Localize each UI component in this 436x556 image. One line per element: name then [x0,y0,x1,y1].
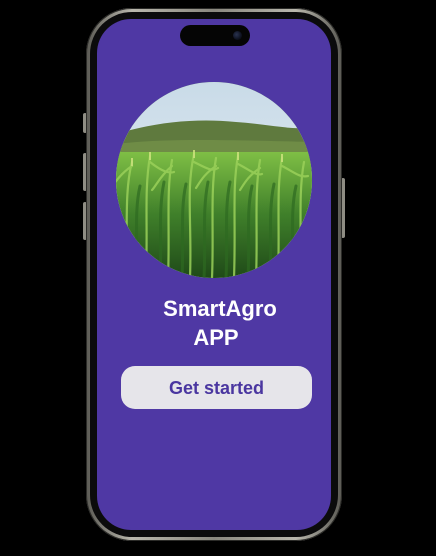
app-title-line1: SmartAgro [163,296,277,321]
corn-field-photo [116,82,312,278]
get-started-button[interactable]: Get started [121,366,312,409]
canvas: SmartAgro APP Get started [0,0,436,556]
hero-image [116,82,312,278]
front-camera-icon [233,31,242,40]
dynamic-island [180,25,250,46]
app-title-line2: APP [193,325,239,350]
